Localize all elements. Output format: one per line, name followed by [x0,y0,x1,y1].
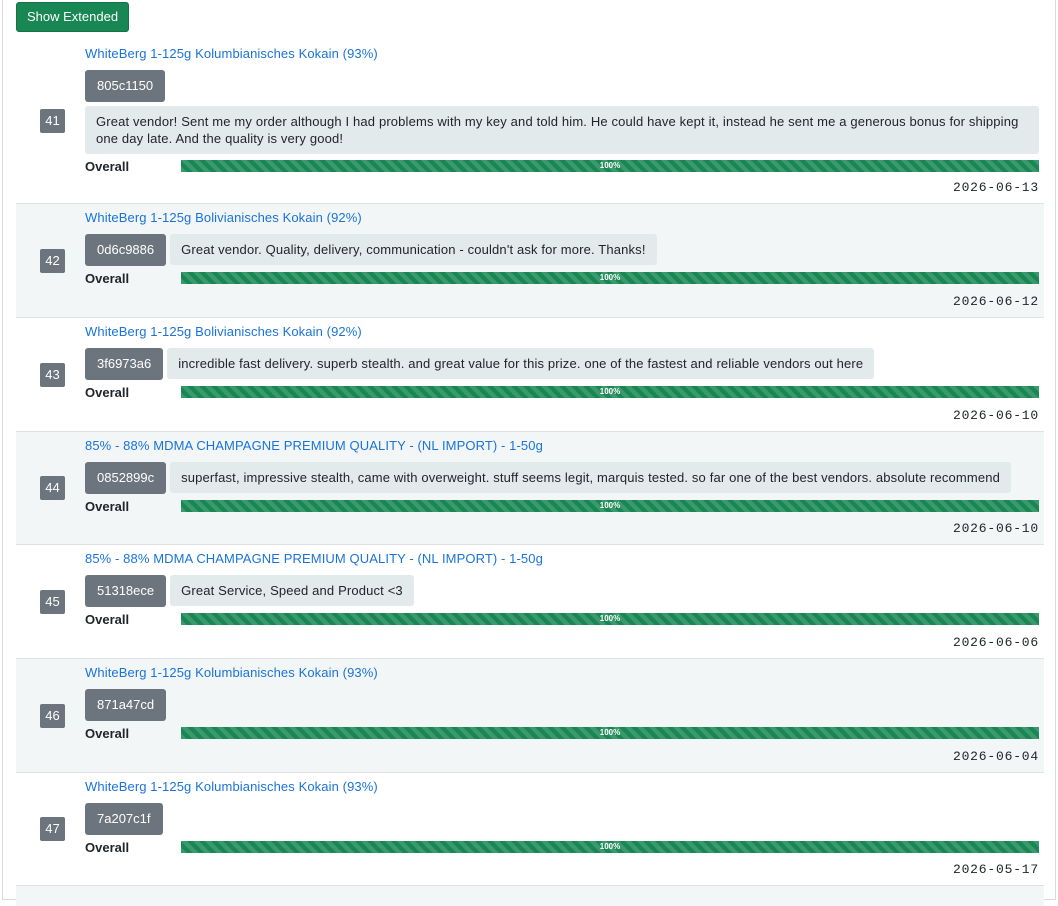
rating-row: Overall 100% [85,839,1039,855]
product-link[interactable]: WhiteBerg 1-125g Kolumbianisches Kokain … [85,46,1039,62]
product-link[interactable]: WhiteBerg 1-125g Bolivianisches Kokain (… [85,324,1039,340]
rating-row: Overall 100% [85,270,1039,286]
review-item-partial [16,886,1044,906]
reviewer-hash-badge: 7a207c1f [85,803,163,835]
review-number-badge: 46 [40,704,65,728]
rating-row: Overall 100% [85,725,1039,741]
reviewer-hash-badge: 51318ece [85,575,167,607]
reviewer-hash-badge: 871a47cd [85,689,167,721]
rating-row: Overall 100% [85,384,1039,400]
review-list: 41 WhiteBerg 1-125g Kolumbianisches Koka… [16,38,1044,906]
rating-percent: 100% [599,842,621,851]
rating-label: Overall [85,725,130,741]
review-item: 41 WhiteBerg 1-125g Kolumbianisches Koka… [16,38,1044,204]
review-date: 2026-05-17 [952,862,1039,877]
rating-label: Overall [85,498,130,514]
rating-percent: 100% [599,273,621,282]
rating-progress-bar: 100% [181,160,1039,172]
rating-percent: 100% [599,728,621,737]
product-link[interactable]: 85% - 88% MDMA CHAMPAGNE PREMIUM QUALITY… [85,551,1039,567]
reviewer-hash-badge: 0852899c [85,462,167,494]
rating-label: Overall [85,384,130,400]
rating-progress-bar: 100% [181,386,1039,398]
show-extended-button[interactable]: Show Extended [16,2,130,32]
rating-progress-bar: 100% [181,727,1039,739]
review-item: 44 85% - 88% MDMA CHAMPAGNE PREMIUM QUAL… [16,432,1044,545]
review-number-badge: 43 [40,363,65,387]
product-link[interactable]: WhiteBerg 1-125g Bolivianisches Kokain (… [85,210,1039,226]
rating-progress-bar: 100% [181,500,1039,512]
product-link[interactable]: 85% - 88% MDMA CHAMPAGNE PREMIUM QUALITY… [85,438,1039,454]
review-number-badge: 45 [40,590,65,614]
review-date: 2026-06-06 [952,635,1039,650]
reviewer-hash-badge: 0d6c9886 [85,234,167,266]
rating-label: Overall [85,158,130,174]
review-item: 43 WhiteBerg 1-125g Bolivianisches Kokai… [16,318,1044,432]
review-date: 2026-06-10 [952,408,1039,423]
rating-row: Overall 100% [85,611,1039,627]
rating-label: Overall [85,839,130,855]
review-number-badge: 41 [40,109,65,133]
review-number-badge: 44 [40,476,65,500]
review-number-badge: 42 [40,249,65,273]
review-date: 2026-06-10 [952,521,1039,536]
rating-row: Overall 100% [85,158,1039,174]
review-date: 2026-06-04 [952,749,1039,764]
rating-label: Overall [85,270,130,286]
review-date: 2026-06-13 [952,180,1039,195]
product-link[interactable]: WhiteBerg 1-125g Kolumbianisches Kokain … [85,779,1039,795]
reviewer-hash-badge: 3f6973a6 [85,348,164,380]
review-item: 46 WhiteBerg 1-125g Kolumbianisches Koka… [16,659,1044,773]
rating-percent: 100% [599,614,621,623]
review-comment: Great vendor. Quality, delivery, communi… [170,234,657,265]
review-item: 45 85% - 88% MDMA CHAMPAGNE PREMIUM QUAL… [16,545,1044,659]
reviewer-hash-badge: 805c1150 [85,70,166,102]
rating-percent: 100% [599,501,621,510]
review-item: 47 WhiteBerg 1-125g Kolumbianisches Koka… [16,773,1044,886]
rating-label: Overall [85,611,130,627]
review-comment: Great vendor! Sent me my order although … [85,106,1039,154]
rating-progress-bar: 100% [181,841,1039,853]
review-number-badge: 47 [40,817,65,841]
rating-percent: 100% [599,387,621,396]
rating-percent: 100% [599,161,621,170]
rating-progress-bar: 100% [181,613,1039,625]
product-link[interactable]: WhiteBerg 1-125g Kolumbianisches Kokain … [85,665,1039,681]
rating-row: Overall 100% [85,498,1039,514]
review-item: 42 WhiteBerg 1-125g Bolivianisches Kokai… [16,204,1044,318]
review-comment: superfast, impressive stealth, came with… [170,462,1012,493]
rating-progress-bar: 100% [181,272,1039,284]
review-date: 2026-06-12 [952,294,1039,309]
review-comment: Great Service, Speed and Product <3 [170,575,414,606]
review-comment: incredible fast delivery. superb stealth… [167,348,875,379]
